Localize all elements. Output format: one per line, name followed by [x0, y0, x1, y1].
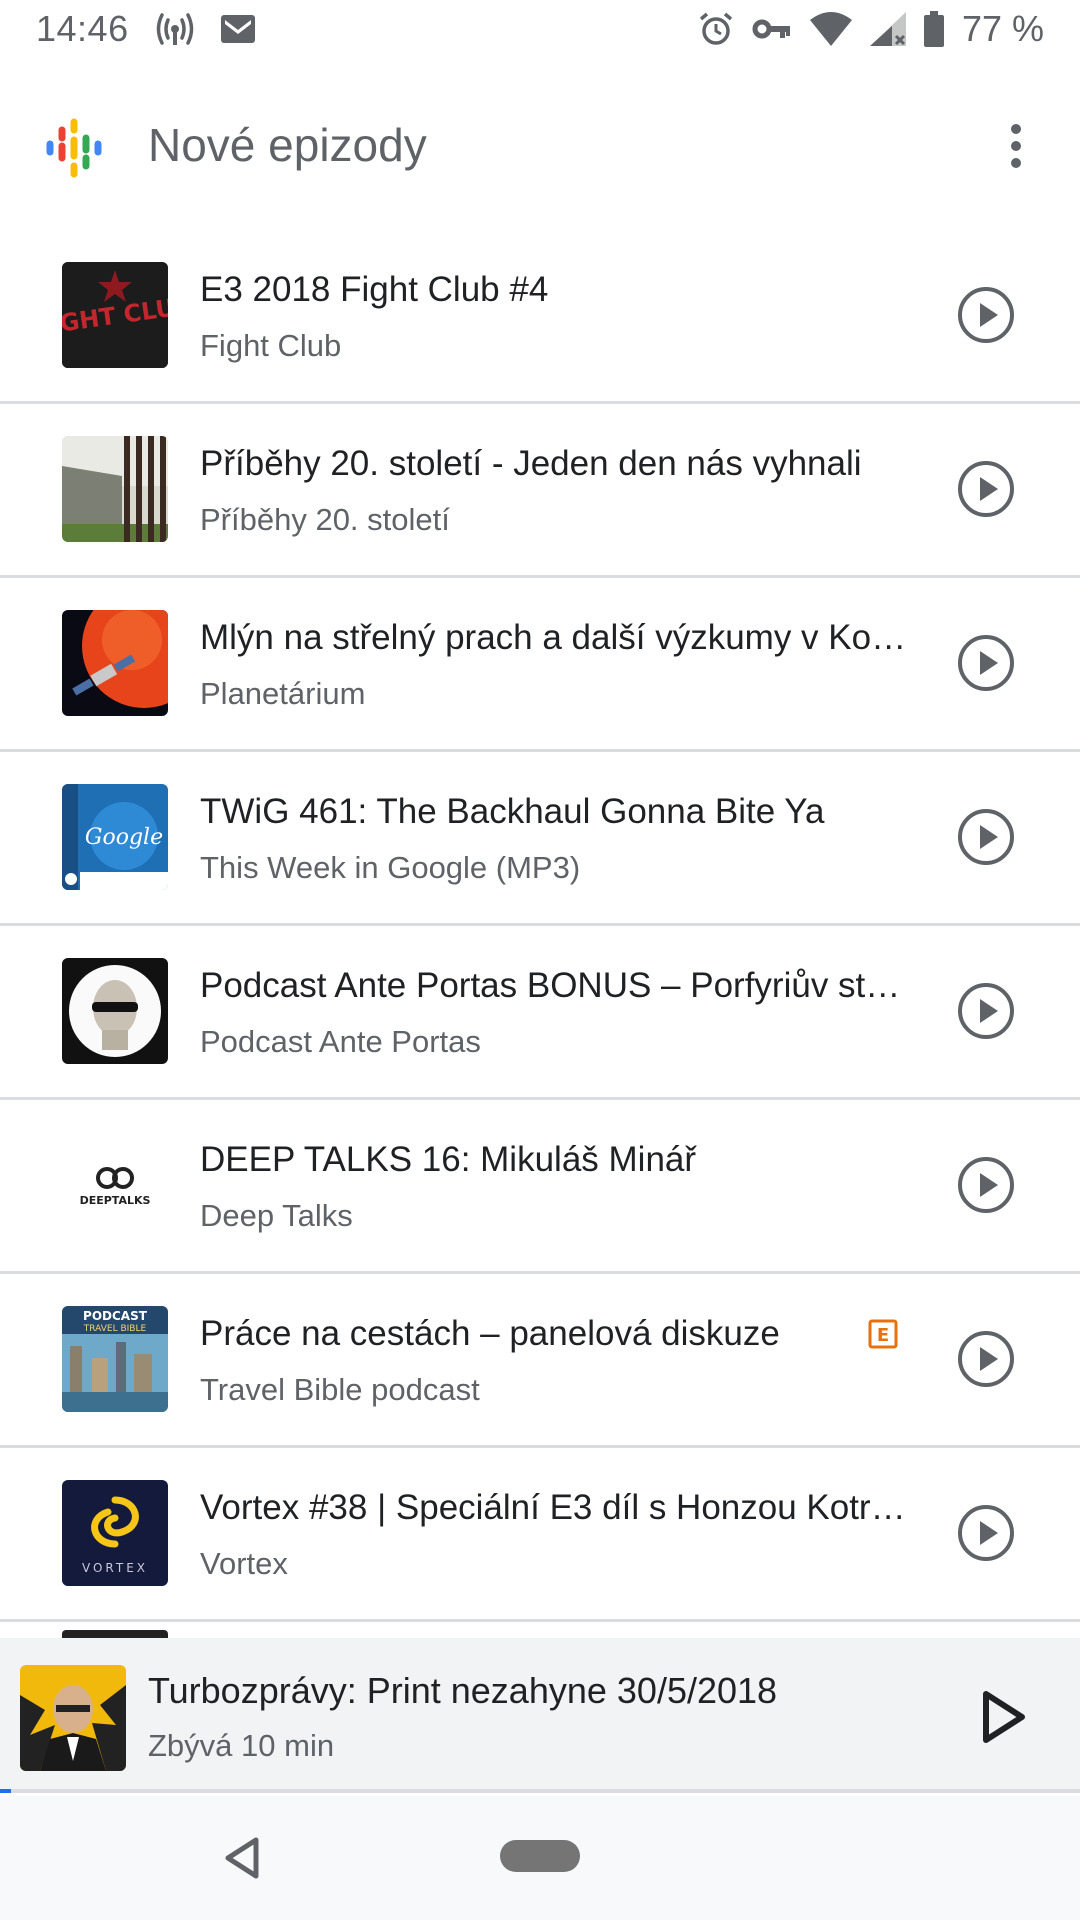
signal-icon — [869, 12, 906, 46]
podcast-name: Podcast Ante Portas — [200, 1024, 481, 1059]
podcast-thumbnail — [62, 958, 168, 1064]
play-circle-icon[interactable] — [956, 807, 1016, 867]
thumbnail-text: Google — [85, 825, 163, 850]
status-time: 14:46 — [36, 8, 129, 49]
episode-title: E3 2018 Fight Club #4 — [200, 270, 549, 309]
play-icon[interactable] — [980, 1690, 1028, 1744]
hotspot-icon — [153, 11, 197, 47]
app-bar: Nové epizody — [0, 90, 1080, 210]
podcast-name: Vortex — [200, 1546, 288, 1581]
podcast-thumbnail: Google — [62, 784, 168, 890]
now-playing-title: Turbozprávy: Print nezahyne 30/5/2018 — [148, 1670, 778, 1711]
thumbnail-text: VORTEX — [82, 1561, 148, 1575]
playback-progress-fill — [0, 1789, 11, 1793]
episode-row[interactable]: VORTEX Vortex #38 | Speciální E3 díl s H… — [0, 1448, 1080, 1622]
play-circle-icon[interactable] — [956, 981, 1016, 1041]
play-circle-icon[interactable] — [956, 285, 1016, 345]
episode-title: Podcast Ante Portas BONUS – Porfyriův st… — [200, 966, 910, 1005]
battery-icon — [923, 11, 944, 47]
episode-title: DEEP TALKS 16: Mikuláš Minář — [200, 1140, 697, 1179]
svg-text:PODCAST: PODCAST — [83, 1309, 148, 1323]
page-title: Nové epizody — [148, 119, 427, 171]
status-bar: 14:46 77 % — [0, 0, 1080, 64]
podcast-thumbnail: FIGHT CLUB — [62, 262, 168, 368]
podcast-name: Fight Club — [200, 328, 342, 363]
episode-title: Vortex #38 | Speciální E3 díl s Honzou K… — [200, 1488, 910, 1527]
podcast-name: Travel Bible podcast — [200, 1372, 480, 1407]
play-circle-icon[interactable] — [956, 1155, 1016, 1215]
now-playing-bar[interactable]: Turbozprávy: Print nezahyne 30/5/2018 Zb… — [0, 1638, 1080, 1793]
podcast-thumbnail: VORTEX — [62, 1480, 168, 1586]
episode-row[interactable]: FIGHT CLUB E3 2018 Fight Club #4 Fight C… — [0, 230, 1080, 404]
podcast-name: Deep Talks — [200, 1198, 353, 1233]
google-podcasts-logo — [42, 116, 106, 180]
wifi-icon — [809, 12, 852, 46]
podcast-thumbnail — [62, 436, 168, 542]
vpn-key-icon — [752, 17, 792, 41]
now-playing-remaining: Zbývá 10 min — [148, 1728, 335, 1763]
navigation-bar — [0, 1796, 1080, 1920]
episode-list: FIGHT CLUB E3 2018 Fight Club #4 Fight C… — [0, 230, 1080, 1622]
episode-title: TWiG 461: The Backhaul Gonna Bite Ya — [200, 792, 825, 831]
episode-title: Příběhy 20. století - Jeden den nás vyhn… — [200, 444, 862, 483]
play-circle-icon[interactable] — [956, 1503, 1016, 1563]
play-circle-icon[interactable] — [956, 633, 1016, 693]
podcast-thumbnail: PODCAST TRAVEL BIBLE — [62, 1306, 168, 1412]
home-pill[interactable] — [500, 1840, 580, 1872]
episode-title: Mlýn na střelný prach a další výzkumy v … — [200, 618, 910, 657]
play-circle-icon[interactable] — [956, 459, 1016, 519]
play-circle-icon[interactable] — [956, 1329, 1016, 1389]
alarm-icon — [698, 11, 734, 47]
now-playing-thumbnail — [20, 1665, 126, 1771]
podcast-name: Příběhy 20. století — [200, 502, 450, 537]
episode-row[interactable]: Příběhy 20. století - Jeden den nás vyhn… — [0, 404, 1080, 578]
episode-row[interactable]: DEEPTALKS DEEP TALKS 16: Mikuláš Minář D… — [0, 1100, 1080, 1274]
thumbnail-text: DEEPTALKS — [80, 1194, 151, 1207]
episode-title: Práce na cestách – panelová diskuze — [200, 1314, 780, 1353]
podcast-thumbnail — [62, 610, 168, 716]
svg-text:E: E — [877, 1325, 889, 1346]
next-row-thumbnail-peek — [62, 1630, 168, 1638]
playback-progress[interactable] — [0, 1789, 1080, 1793]
explicit-badge: E — [868, 1319, 898, 1349]
podcast-name: This Week in Google (MP3) — [200, 850, 581, 885]
svg-text:TRAVEL BIBLE: TRAVEL BIBLE — [83, 1324, 147, 1334]
more-vert-icon[interactable] — [1010, 124, 1022, 168]
battery-percentage: 77 % — [961, 8, 1044, 49]
podcast-thumbnail: DEEPTALKS — [62, 1132, 168, 1238]
back-icon[interactable] — [222, 1836, 262, 1880]
episode-row[interactable]: Podcast Ante Portas BONUS – Porfyriův st… — [0, 926, 1080, 1100]
podcast-name: Planetárium — [200, 676, 366, 711]
episode-row[interactable]: Mlýn na střelný prach a další výzkumy v … — [0, 578, 1080, 752]
gmail-icon — [220, 15, 255, 43]
episode-row[interactable]: Google TWiG 461: The Backhaul Gonna Bite… — [0, 752, 1080, 926]
episode-row[interactable]: PODCAST TRAVEL BIBLE Práce na cestách – … — [0, 1274, 1080, 1448]
